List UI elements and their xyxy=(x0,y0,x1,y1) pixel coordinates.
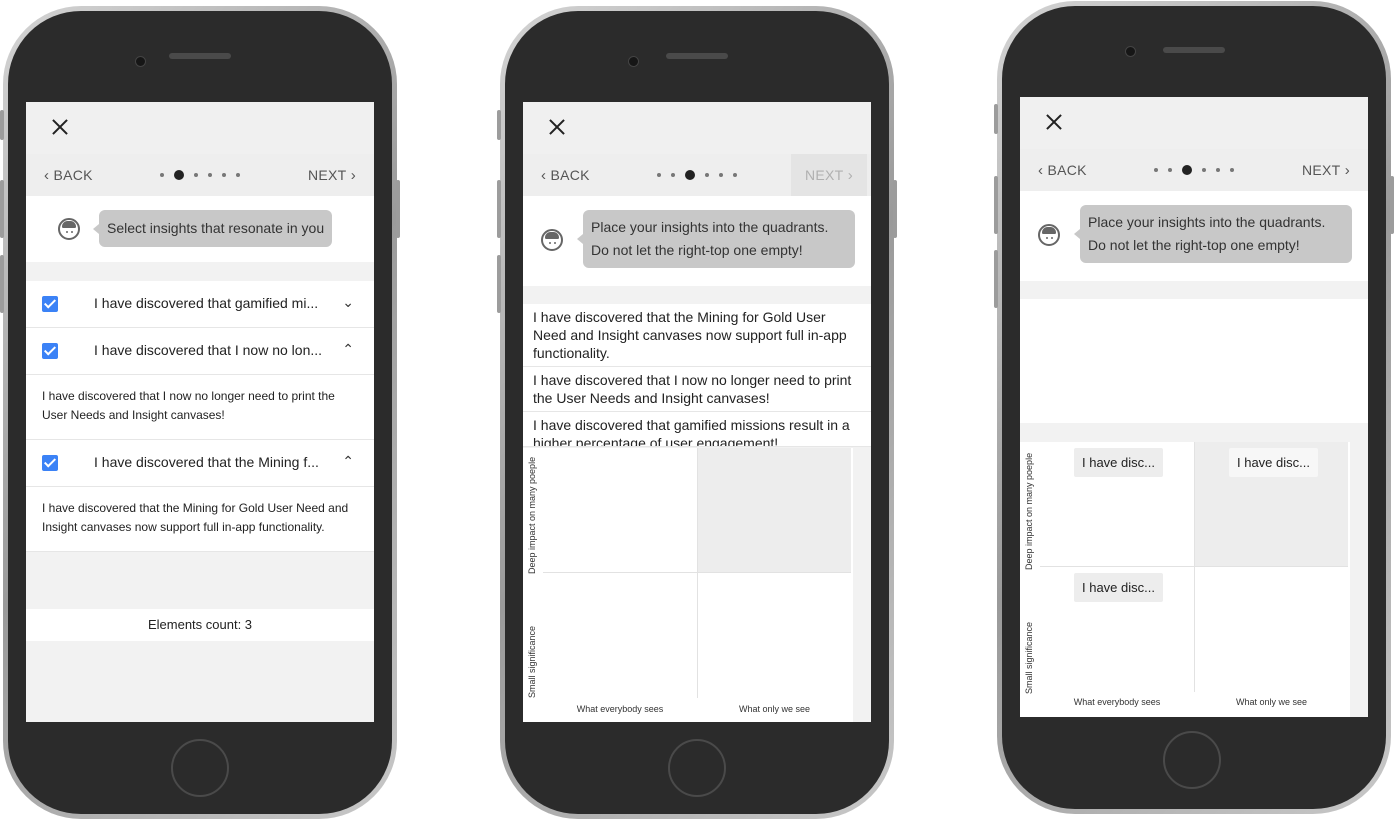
insight-chip[interactable]: I have disc... xyxy=(1074,573,1163,602)
back-button[interactable]: ‹ BACK xyxy=(1038,162,1087,179)
chevron-up-icon[interactable]: ⌃ xyxy=(342,453,354,470)
step-nav: ‹ BACK NEXT › xyxy=(1020,149,1368,191)
step-indicator xyxy=(657,170,737,180)
hint-row: Place your insights into the quadrants. … xyxy=(1020,191,1368,281)
list-item[interactable]: I have discovered that I now no lon... ⌃ xyxy=(26,328,374,375)
chevron-up-icon[interactable]: ⌃ xyxy=(342,341,354,358)
quadrant-matrix: Deep impact on many poeple Small signifi… xyxy=(523,448,853,722)
insight-card[interactable]: I have discovered that gamified missions… xyxy=(523,412,871,447)
y-axis-label-top: Deep impact on many poeple xyxy=(527,456,537,574)
chevron-left-icon: ‹ xyxy=(44,167,50,184)
back-button[interactable]: ‹ BACK xyxy=(541,167,590,184)
chevron-right-icon: › xyxy=(350,167,356,184)
item-detail: I have discovered that the Mining for Go… xyxy=(26,487,374,552)
hint-row: Place your insights into the quadrants. … xyxy=(523,196,871,286)
back-button[interactable]: ‹ BACK xyxy=(44,167,93,184)
close-icon[interactable] xyxy=(1046,114,1062,130)
x-axis-label-right: What only we see xyxy=(738,704,811,714)
insight-cards: I have discovered that the Mining for Go… xyxy=(523,304,871,447)
next-button[interactable]: NEXT › xyxy=(308,167,356,184)
next-button[interactable]: NEXT › xyxy=(1302,162,1350,179)
speaker-grille xyxy=(666,53,728,59)
top-bar xyxy=(1020,97,1368,149)
quadrant-bottom-left[interactable] xyxy=(543,573,697,697)
insight-chip[interactable]: I have disc... xyxy=(1229,448,1318,477)
insight-list: I have discovered that gamified mi... ⌄ … xyxy=(26,281,374,552)
insight-card[interactable]: I have discovered that the Mining for Go… xyxy=(523,304,871,367)
checkbox-checked-icon[interactable] xyxy=(42,455,58,471)
quadrant-matrix: I have disc... I have disc... I have dis… xyxy=(1020,442,1350,717)
y-axis-label-top: Deep impact on many poeple xyxy=(1024,452,1034,570)
quadrant-bottom-right[interactable] xyxy=(698,573,851,697)
avatar-icon xyxy=(541,229,563,251)
x-axis-label-right: What only we see xyxy=(1235,697,1308,707)
insight-card[interactable]: I have discovered that I now no longer n… xyxy=(523,367,871,412)
insight-chip[interactable]: I have disc... xyxy=(1074,448,1163,477)
step-nav: ‹ BACK NEXT › xyxy=(26,154,374,196)
step-indicator xyxy=(160,170,240,180)
hint-bubble: Place your insights into the quadrants. … xyxy=(577,210,855,268)
screen-place-insights: ‹ BACK NEXT › Place your insights into t… xyxy=(523,102,871,722)
top-bar xyxy=(523,102,871,154)
item-detail: I have discovered that I now no longer n… xyxy=(26,375,374,440)
y-axis-label-bottom: Small significance xyxy=(527,625,537,698)
x-axis-label-left: What everybody sees xyxy=(1073,697,1161,707)
chevron-right-icon: › xyxy=(1344,162,1350,179)
step-nav: ‹ BACK NEXT › xyxy=(523,154,871,196)
close-icon[interactable] xyxy=(549,119,565,135)
chevron-down-icon[interactable]: ⌄ xyxy=(342,294,354,311)
home-button[interactable] xyxy=(668,739,726,797)
step-indicator xyxy=(1154,165,1234,175)
top-bar xyxy=(26,102,374,154)
x-axis-label-left: What everybody sees xyxy=(576,704,664,714)
chevron-left-icon: ‹ xyxy=(541,167,547,184)
elements-count: Elements count: 3 xyxy=(26,609,374,641)
avatar-icon xyxy=(58,218,80,240)
list-item[interactable]: I have discovered that gamified mi... ⌄ xyxy=(26,281,374,328)
quadrant-top-left[interactable] xyxy=(543,448,697,572)
empty-card-area xyxy=(1020,299,1368,423)
y-axis-label-bottom: Small significance xyxy=(1024,621,1034,694)
speaker-grille xyxy=(1163,47,1225,53)
quadrant-bottom-right[interactable] xyxy=(1195,567,1348,691)
hint-row: Select insights that resonate in you xyxy=(26,196,374,262)
list-item[interactable]: I have discovered that the Mining f... ⌃ xyxy=(26,440,374,487)
checkbox-checked-icon[interactable] xyxy=(42,343,58,359)
speaker-grille xyxy=(169,53,231,59)
next-button[interactable]: NEXT › xyxy=(790,154,867,196)
quadrant-top-right[interactable] xyxy=(698,448,851,572)
camera-icon xyxy=(628,56,639,67)
screen-quadrants-filled: ‹ BACK NEXT › Place your insights into t… xyxy=(1020,97,1368,717)
hint-bubble: Place your insights into the quadrants. … xyxy=(1074,205,1352,263)
screen-select-insights: ‹ BACK NEXT › Select insights that reson… xyxy=(26,102,374,722)
close-icon[interactable] xyxy=(52,119,68,135)
hint-bubble: Select insights that resonate in you xyxy=(92,210,333,247)
home-button[interactable] xyxy=(171,739,229,797)
camera-icon xyxy=(135,56,146,67)
checkbox-checked-icon[interactable] xyxy=(42,296,58,312)
chevron-right-icon: › xyxy=(847,167,853,184)
home-button[interactable] xyxy=(1163,731,1221,789)
avatar-icon xyxy=(1038,224,1060,246)
camera-icon xyxy=(1125,46,1136,57)
chevron-left-icon: ‹ xyxy=(1038,162,1044,179)
